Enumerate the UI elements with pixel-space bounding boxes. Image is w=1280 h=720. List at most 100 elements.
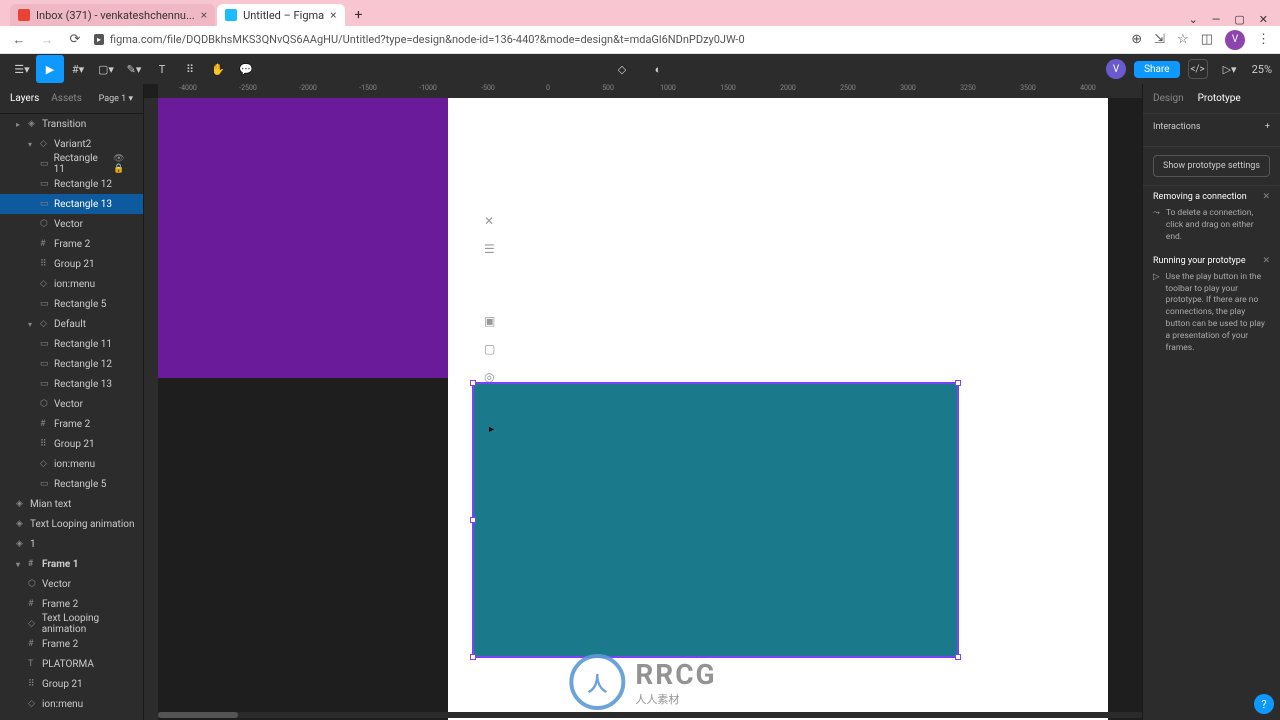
- site-info-icon[interactable]: ▸: [94, 34, 104, 45]
- layer-item[interactable]: ◇Text Looping animation: [0, 614, 143, 634]
- profile-avatar[interactable]: V: [1225, 30, 1245, 50]
- layer-item[interactable]: ▭Rectangle 5: [0, 294, 143, 314]
- canvas-rect-purple[interactable]: [158, 98, 448, 378]
- new-tab-button[interactable]: +: [347, 4, 371, 26]
- help-button[interactable]: ?: [1254, 694, 1274, 714]
- close-tip-icon[interactable]: ✕: [1262, 256, 1270, 266]
- selection-handle[interactable]: [955, 380, 961, 386]
- visibility-icon[interactable]: 👁 🔒: [113, 154, 137, 174]
- facebook-icon[interactable]: ▣: [484, 314, 495, 328]
- present-button[interactable]: ▷▾: [1216, 55, 1244, 83]
- close-icon[interactable]: ✕: [484, 214, 495, 228]
- browser-tab-figma[interactable]: Untitled – Figma ×: [217, 4, 344, 26]
- main-menu-button[interactable]: ☰▾: [8, 55, 36, 83]
- watermark-logo-icon: 人: [569, 654, 625, 710]
- move-tool[interactable]: ▶: [36, 55, 64, 83]
- layer-item[interactable]: ◈1: [0, 534, 143, 554]
- resources-tool[interactable]: ⠿: [176, 55, 204, 83]
- back-button[interactable]: ←: [10, 31, 28, 49]
- show-settings-button[interactable]: Show prototype settings: [1153, 155, 1270, 177]
- layer-item[interactable]: ▭Rectangle 5: [0, 474, 143, 494]
- layer-item-selected[interactable]: ▭Rectangle 13: [0, 194, 143, 214]
- window-controls: ⌄ — ▢ ✕: [1177, 13, 1280, 26]
- close-tip-icon[interactable]: ✕: [1262, 192, 1270, 202]
- canvas[interactable]: -4000-2500-2000-1500-1000-50005001000150…: [144, 84, 1142, 720]
- layer-item[interactable]: ▭Rectangle 12: [0, 354, 143, 374]
- left-panel: Layers Assets Page 1 ▾ ▸◈Transition ▾◇Va…: [0, 84, 144, 720]
- layer-item[interactable]: ◈Mian text: [0, 494, 143, 514]
- layer-item[interactable]: ▸◈Transition: [0, 114, 143, 134]
- layer-item[interactable]: #Frame 2: [0, 634, 143, 654]
- tab-title: Untitled – Figma: [243, 9, 324, 22]
- menu-icon[interactable]: ⋮: [1257, 32, 1270, 47]
- layer-item[interactable]: ▭Rectangle 12: [0, 174, 143, 194]
- forward-button[interactable]: →: [38, 31, 56, 49]
- url-field[interactable]: ▸ figma.com/file/DQDBkhsMKS3QNvQS6AAgHU/…: [94, 33, 1121, 46]
- reload-button[interactable]: ⟳: [66, 31, 84, 49]
- layer-item[interactable]: ⬡Vector: [0, 574, 143, 594]
- extensions-icon[interactable]: ◫: [1201, 32, 1213, 47]
- layers-tree: ▸◈Transition ▾◇Variant2 ▭Rectangle 11👁 🔒…: [0, 114, 143, 720]
- share-button[interactable]: Share: [1134, 61, 1179, 78]
- layer-item[interactable]: ⬡Vector: [0, 214, 143, 234]
- hand-tool[interactable]: ✋: [204, 55, 232, 83]
- close-window-icon[interactable]: ✕: [1259, 13, 1268, 26]
- watermark-text: RRCG: [635, 658, 716, 691]
- devmode-toggle[interactable]: </>: [1188, 59, 1208, 79]
- selection-handle[interactable]: [470, 654, 476, 660]
- layer-item[interactable]: ⠿Group 21: [0, 674, 143, 694]
- layer-item[interactable]: #Frame 2: [0, 594, 143, 614]
- frame-tool[interactable]: #▾: [64, 55, 92, 83]
- layer-item[interactable]: ◈Text Looping animation: [0, 514, 143, 534]
- ruler-horizontal: -4000-2500-2000-1500-1000-50005001000150…: [158, 84, 1142, 98]
- comment-tool[interactable]: 💬: [232, 55, 260, 83]
- tab-layers[interactable]: Layers: [10, 93, 39, 104]
- component-tool-icon[interactable]: ◇: [608, 55, 636, 83]
- chevron-down-icon[interactable]: ⌄: [1189, 13, 1198, 26]
- layer-item[interactable]: #Frame 2: [0, 234, 143, 254]
- layer-item[interactable]: ◇ion:menu: [0, 274, 143, 294]
- canvas-rect-teal-selected[interactable]: [472, 382, 959, 658]
- tab-assets[interactable]: Assets: [51, 93, 82, 104]
- browser-tab-gmail[interactable]: Inbox (371) - venkateshchennu... ×: [10, 4, 215, 26]
- bookmark-icon[interactable]: ☆: [1177, 32, 1189, 47]
- interactions-section: Interactions +: [1143, 114, 1280, 147]
- menu-icon[interactable]: ☰: [484, 242, 495, 256]
- layer-item[interactable]: TPLATORMA: [0, 654, 143, 674]
- tab-prototype[interactable]: Prototype: [1198, 93, 1241, 104]
- layer-item[interactable]: ⬡Vector: [0, 394, 143, 414]
- maximize-icon[interactable]: ▢: [1234, 13, 1244, 26]
- layer-item[interactable]: ▭Rectangle 13: [0, 374, 143, 394]
- selection-handle[interactable]: [470, 380, 476, 386]
- install-icon[interactable]: ⇲: [1154, 32, 1165, 47]
- layer-item[interactable]: #Frame 2: [0, 414, 143, 434]
- tab-design[interactable]: Design: [1153, 93, 1184, 104]
- layer-item[interactable]: ⠿Group 21: [0, 254, 143, 274]
- canvas-scrollbar-h[interactable]: [158, 712, 1142, 718]
- shape-tool[interactable]: ▢▾: [92, 55, 120, 83]
- layer-item[interactable]: ◇ion:menu: [0, 694, 143, 714]
- layer-item[interactable]: ⠿Group 21: [0, 434, 143, 454]
- close-icon[interactable]: ×: [330, 8, 336, 22]
- zoom-icon[interactable]: ⊕: [1131, 32, 1142, 47]
- text-tool[interactable]: T: [148, 55, 176, 83]
- add-interaction-button[interactable]: +: [1265, 122, 1270, 132]
- scrollbar-thumb[interactable]: [158, 712, 238, 718]
- page-selector[interactable]: Page 1 ▾: [99, 94, 133, 104]
- canvas-side-icons: ✕ ☰ ▣ ▢ ◎: [484, 214, 495, 384]
- twitter-icon[interactable]: ▢: [484, 342, 495, 356]
- layer-item[interactable]: ▭Rectangle 11👁 🔒: [0, 154, 143, 174]
- selection-handle[interactable]: [955, 654, 961, 660]
- layer-item[interactable]: ◇ion:menu: [0, 454, 143, 474]
- minimize-icon[interactable]: —: [1212, 13, 1221, 26]
- mask-tool-icon[interactable]: ◐: [644, 55, 672, 83]
- layer-item[interactable]: ▾#Frame 1: [0, 554, 143, 574]
- layer-item[interactable]: ▾◇Default: [0, 314, 143, 334]
- user-avatar[interactable]: V: [1106, 59, 1126, 79]
- zoom-level[interactable]: 25%: [1252, 63, 1272, 76]
- pen-tool[interactable]: ✎▾: [120, 55, 148, 83]
- layer-item[interactable]: ▾◇Variant2: [0, 134, 143, 154]
- layer-item[interactable]: ▭Rectangle 11: [0, 334, 143, 354]
- close-icon[interactable]: ×: [201, 8, 207, 22]
- selection-handle[interactable]: [470, 517, 476, 523]
